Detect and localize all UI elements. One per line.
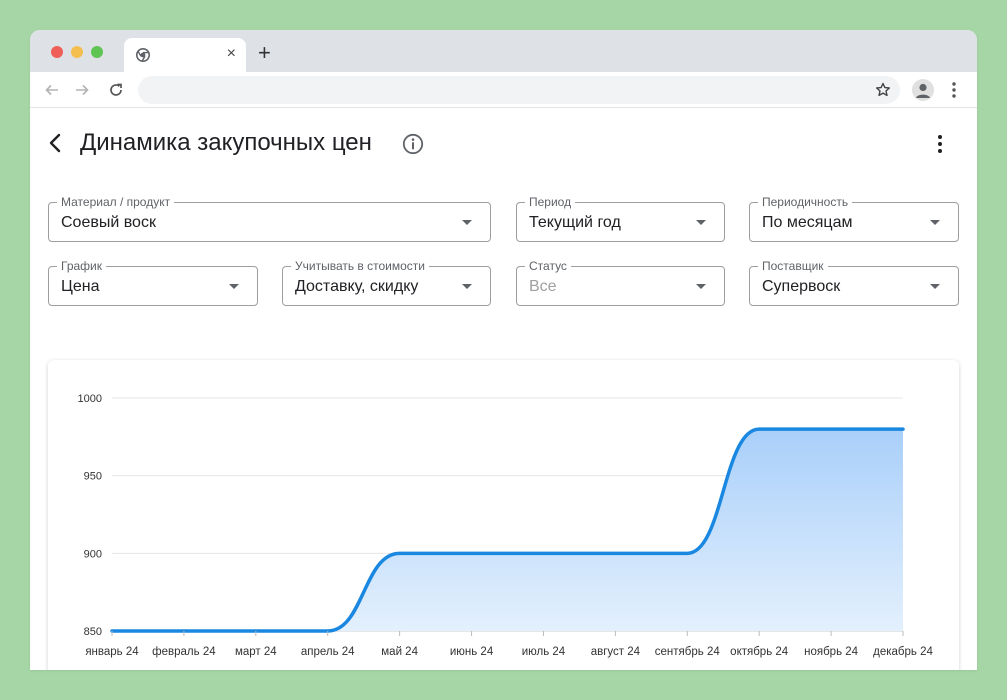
x-tick-label: сентябрь 24 (655, 646, 721, 658)
caret-down-icon (696, 220, 706, 225)
tab-close-button[interactable]: × (227, 44, 236, 64)
info-icon[interactable] (402, 133, 424, 155)
browser-back-button[interactable] (40, 78, 64, 102)
x-tick-label: январь 24 (85, 646, 139, 658)
supplier-select-label: Поставщик (758, 259, 828, 273)
include-cost-select[interactable]: Учитывать в стоимости Доставку, скидку (282, 259, 491, 306)
frequency-select[interactable]: Периодичность По месяцам (749, 195, 959, 242)
page-content: Динамика закупочных цен Материал / проду… (30, 108, 977, 670)
new-tab-button[interactable]: + (258, 42, 271, 64)
include-cost-select-value: Доставку, скидку (295, 278, 419, 295)
caret-down-icon (229, 284, 239, 289)
caret-down-icon (930, 220, 940, 225)
status-select-label: Статус (525, 259, 571, 273)
caret-down-icon (930, 284, 940, 289)
browser-window: × + Динамика закупочных цен Материал / п… (30, 30, 977, 670)
period-select[interactable]: Период Текущий год (516, 195, 725, 242)
x-tick-label: июль 24 (522, 646, 566, 658)
arrow-left-icon (45, 84, 58, 96)
chart-type-select-label: График (57, 259, 106, 273)
address-bar-input[interactable] (138, 76, 900, 104)
x-tick-label: апрель 24 (301, 646, 355, 658)
material-select[interactable]: Материал / продукт Соевый воск (48, 195, 491, 242)
back-chevron-icon[interactable] (46, 132, 66, 154)
tab-bar: × + (30, 30, 977, 72)
status-select-value: Все (529, 278, 557, 295)
bookmark-star-icon[interactable] (875, 82, 891, 98)
x-tick-label: ноябрь 24 (804, 646, 859, 658)
x-tick-label: декабрь 24 (873, 646, 933, 658)
price-chart: 850 900 950 1000 январь 24 февраль 24 март 24 а… (78, 393, 934, 658)
include-cost-select-label: Учитывать в стоимости (291, 259, 430, 273)
profile-avatar-icon[interactable] (912, 79, 934, 101)
caret-down-icon (462, 220, 472, 225)
period-select-value: Текущий год (529, 214, 621, 231)
period-select-label: Период (525, 195, 576, 209)
x-tick-label: май 24 (381, 646, 418, 658)
frequency-select-label: Периодичность (758, 195, 853, 209)
page-title: Динамика закупочных цен (80, 129, 372, 156)
material-select-label: Материал / продукт (57, 195, 175, 209)
browser-forward-button[interactable] (70, 78, 94, 102)
y-tick-label: 950 (84, 471, 102, 483)
supplier-select[interactable]: Поставщик Супервоск (749, 259, 959, 306)
browser-toolbar (30, 72, 977, 108)
more-options-icon[interactable] (932, 133, 948, 155)
minimize-window-button[interactable] (71, 46, 83, 58)
x-tick-label: февраль 24 (152, 646, 216, 658)
browser-menu-icon[interactable] (948, 80, 960, 100)
material-select-value: Соевый воск (61, 214, 156, 231)
browser-reload-button[interactable] (104, 78, 128, 102)
y-tick-label: 1000 (78, 393, 102, 405)
series-area (112, 429, 903, 631)
status-select[interactable]: Статус Все (516, 259, 725, 306)
y-tick-label: 900 (84, 548, 102, 560)
chart-type-select[interactable]: График Цена (48, 259, 258, 306)
supplier-select-value: Супервоск (762, 278, 841, 295)
arrow-right-icon (76, 84, 89, 96)
chrome-icon (136, 48, 150, 62)
close-window-button[interactable] (51, 46, 63, 58)
x-tick-label: июнь 24 (450, 646, 494, 658)
x-tick-label: август 24 (591, 646, 641, 658)
x-tick-label: март 24 (235, 646, 277, 658)
frequency-select-value: По месяцам (762, 214, 853, 231)
x-tick-label: октябрь 24 (730, 646, 789, 658)
chart-type-select-value: Цена (61, 278, 100, 295)
caret-down-icon (696, 284, 706, 289)
price-chart-card: 850 900 950 1000 январь 24 февраль 24 март 24 а… (48, 360, 959, 670)
y-tick-label: 850 (84, 626, 102, 638)
caret-down-icon (462, 284, 472, 289)
browser-tab[interactable]: × (124, 38, 246, 72)
reload-icon (110, 83, 122, 96)
maximize-window-button[interactable] (91, 46, 103, 58)
